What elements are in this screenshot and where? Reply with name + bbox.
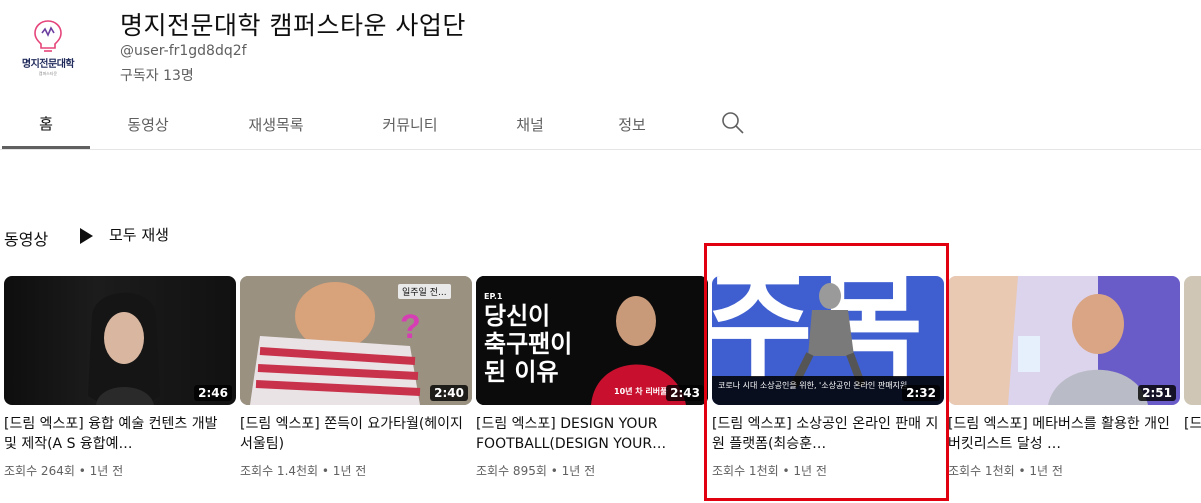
overlay-text-c: 된 이유 — [484, 358, 559, 386]
video-meta: 조회수 1.4천회 • 1년 전 — [240, 464, 367, 478]
video-meta: 조회수 895회 • 1년 전 — [476, 464, 596, 478]
video-thumbnail[interactable]: 2:51 — [948, 276, 1180, 405]
video-thumbnail[interactable]: ? 일주일 전... 2:40 — [240, 276, 472, 405]
overlay-text-d: 10년 차 리버풀 — [614, 387, 668, 396]
video-title[interactable]: [드림 엑스포] 메타버스를 활용한 개인 버킷리스트 달성 … — [948, 414, 1176, 454]
video-thumbnail[interactable]: EP.1 당신이 축구팬이 된 이유 10년 차 리버풀 2:43 — [476, 276, 708, 405]
video-duration: 2:40 — [430, 385, 468, 401]
video-title[interactable]: [드 — [1184, 414, 1201, 434]
subscriber-count: 구독자 13명 — [120, 68, 194, 84]
tab-community[interactable]: 커뮤니티 — [364, 100, 456, 148]
section-title: 동영상 — [4, 230, 49, 249]
video-card[interactable]: 주목 코로나 시대 소상공인을 위한, '소상공인 온라인 판매지원 2:32 … — [712, 276, 944, 479]
channel-tabs: 홈 동영상 재생목록 커뮤니티 채널 정보 — [0, 100, 1201, 150]
video-meta: 조회수 1천회 • 1년 전 — [948, 464, 1063, 478]
video-duration: 2:51 — [1138, 385, 1176, 401]
video-thumbnail[interactable]: 주목 코로나 시대 소상공인을 위한, '소상공인 온라인 판매지원 2:32 — [712, 276, 944, 405]
channel-handle: @user-fr1gd8dq2f — [120, 43, 247, 59]
video-card[interactable]: ? 일주일 전... 2:40 [드림 엑스포] 쫀득이 요가타월(헤이지서울팀… — [240, 276, 472, 479]
tab-home[interactable]: 홈 — [2, 100, 90, 149]
overlay-episode: EP.1 — [484, 292, 503, 301]
video-title[interactable]: [드림 엑스포] DESIGN YOUR FOOTBALL(DESIGN YOU… — [476, 414, 704, 454]
logo-text: 명지전문대학 — [21, 59, 75, 70]
video-meta: 조회수 1천회 • 1년 전 — [712, 464, 827, 478]
video-card[interactable]: 2:51 [드림 엑스포] 메타버스를 활용한 개인 버킷리스트 달성 … 조회… — [948, 276, 1180, 479]
channel-avatar[interactable]: 명지전문대학 캠퍼스타운 — [8, 8, 88, 88]
video-duration: 2:43 — [666, 385, 704, 401]
lightbulb-logo-icon — [34, 20, 62, 52]
video-card[interactable]: [드 — [1184, 276, 1201, 434]
tab-channels[interactable]: 채널 — [496, 100, 564, 148]
tab-videos[interactable]: 동영상 — [104, 100, 192, 148]
video-title[interactable]: [드림 엑스포] 소상공인 온라인 판매 지원 플랫폼(최승훈… — [712, 414, 940, 454]
logo-subtext: 캠퍼스타운 — [38, 71, 58, 76]
play-all-label: 모두 재생 — [109, 226, 169, 244]
video-duration: 2:32 — [902, 385, 940, 401]
video-meta: 조회수 264회 • 1년 전 — [4, 464, 124, 478]
channel-title: 명지전문대학 캠퍼스타운 사업단 — [120, 11, 466, 40]
video-card[interactable]: EP.1 당신이 축구팬이 된 이유 10년 차 리버풀 2:43 [드림 엑스… — [476, 276, 708, 479]
overlay-question: ? — [400, 308, 421, 346]
video-thumbnail[interactable]: 2:46 — [4, 276, 236, 405]
video-title[interactable]: [드림 엑스포] 쫀득이 요가타월(헤이지서울팀) — [240, 414, 468, 454]
overlay-text-a: 당신이 — [484, 302, 551, 330]
tab-playlists[interactable]: 재생목록 — [230, 100, 322, 148]
play-all-button[interactable]: 모두 재생 — [80, 224, 169, 245]
video-duration: 2:46 — [194, 385, 232, 401]
search-icon[interactable] — [720, 110, 746, 136]
tab-about[interactable]: 정보 — [600, 100, 664, 148]
video-thumbnail[interactable] — [1184, 276, 1201, 405]
play-icon — [80, 227, 93, 244]
overlay-text-a: 일주일 전... — [398, 284, 451, 299]
video-title[interactable]: [드림 엑스포] 융합 예술 컨텐츠 개발 및 제작(A S 융합예… — [4, 414, 232, 454]
video-card[interactable]: 2:46 [드림 엑스포] 융합 예술 컨텐츠 개발 및 제작(A S 융합예…… — [4, 276, 236, 479]
overlay-text-b: 축구팬이 — [484, 330, 573, 358]
